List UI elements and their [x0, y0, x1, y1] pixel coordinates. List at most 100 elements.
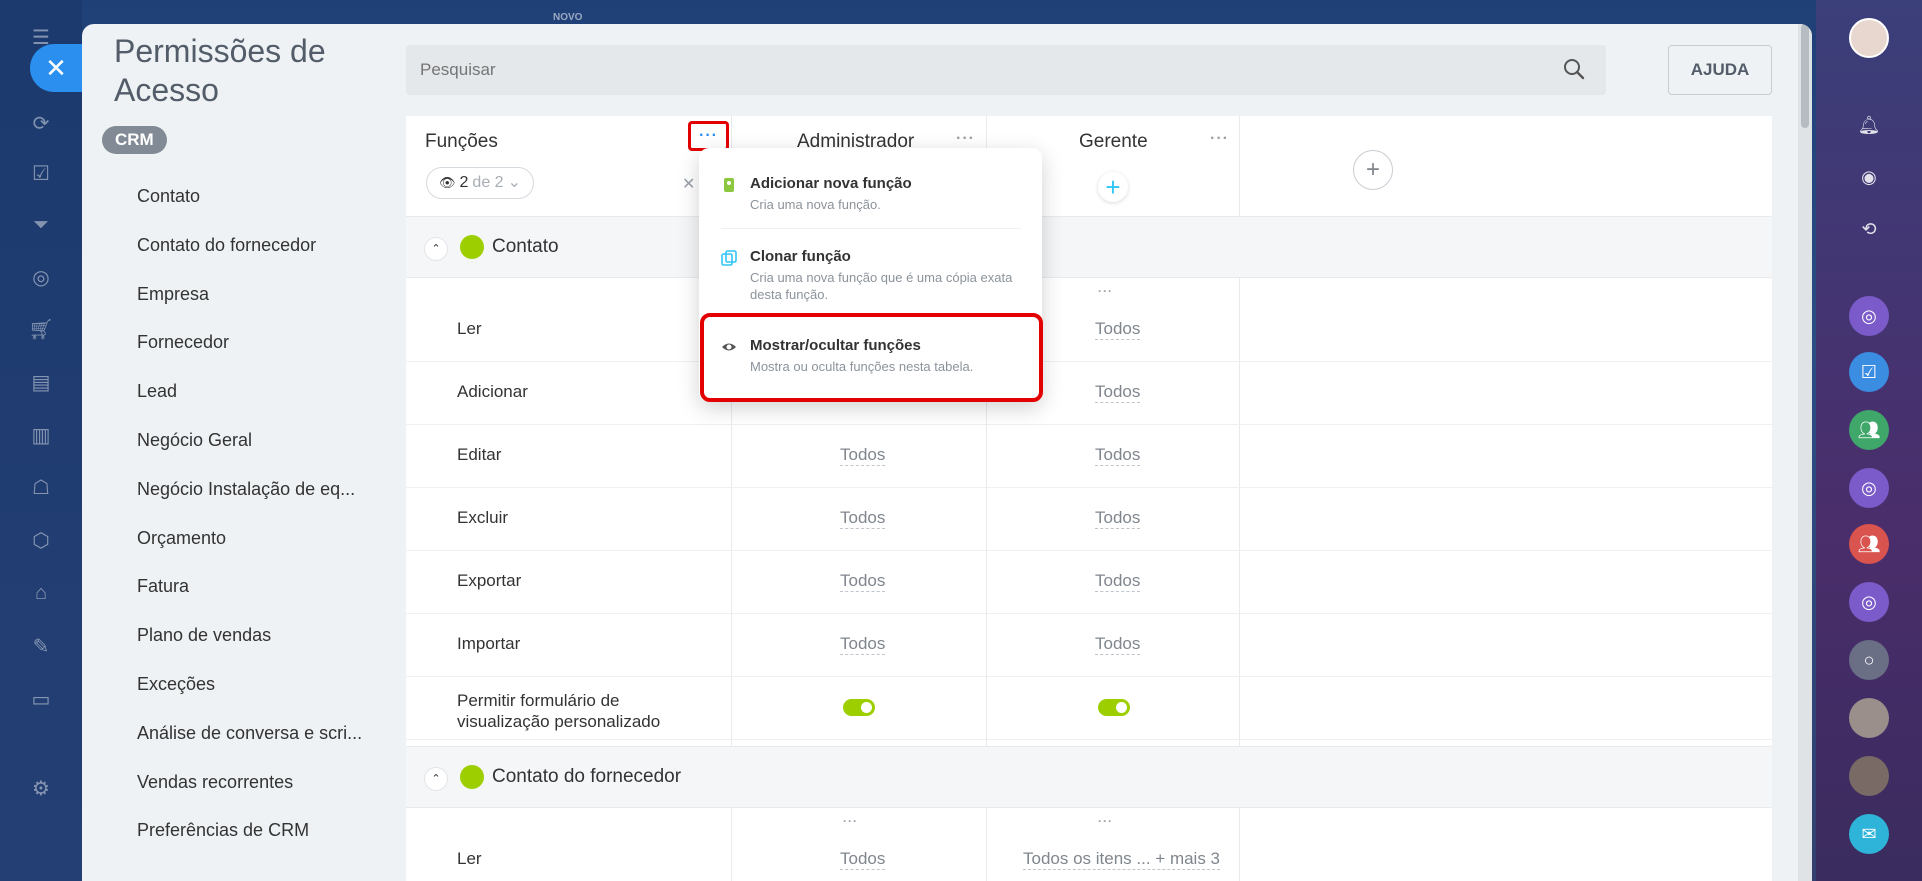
menu-item-fornecedor[interactable]: Fornecedor — [137, 330, 367, 379]
cell-manager[interactable]: Todos — [1095, 508, 1141, 529]
menu-item-excecoes[interactable]: Exceções — [137, 672, 367, 721]
menu-item-plano-vendas[interactable]: Plano de vendas — [137, 623, 367, 672]
cell-admin[interactable]: Todos — [840, 508, 886, 529]
clone-icon — [721, 250, 737, 266]
chat-avatar-8[interactable] — [1849, 698, 1889, 738]
close-panel-button[interactable]: ✕ — [30, 44, 82, 92]
menu-item-negocio-geral[interactable]: Negócio Geral — [137, 428, 367, 477]
chat-avatar-1[interactable]: ◎ — [1849, 296, 1889, 336]
eye-icon: 👁︎ — [439, 175, 456, 190]
contact-card-icon[interactable]: ▤ — [26, 367, 56, 397]
entity-menu: Contato Contato do fornecedor Empresa Fo… — [137, 184, 367, 867]
section-title: Contato do fornecedor — [492, 766, 682, 787]
menu-item-analise-conversa[interactable]: Análise de conversa e scri... — [137, 721, 367, 770]
clear-icon[interactable]: ✕ — [682, 174, 695, 194]
row-label: Editar — [457, 445, 502, 464]
chat-avatar-3[interactable]: 👥︎ — [1849, 410, 1889, 450]
roles-visibility-counter[interactable]: 👁︎ 2 de 2 ⌄ — [426, 167, 534, 199]
add-permission-icon[interactable]: + — [1098, 172, 1128, 202]
manager-section-more-icon[interactable]: ··· — [1098, 284, 1113, 298]
chat-avatar-4[interactable]: ◎ — [1849, 468, 1889, 508]
table-row: Editar Todos Todos — [406, 425, 1772, 488]
tasks-icon[interactable]: ☑ — [26, 158, 56, 188]
collapse-icon[interactable]: ⌃ — [424, 237, 448, 261]
admin-more-icon[interactable]: ··· — [956, 130, 975, 148]
search-icon[interactable] — [1562, 57, 1586, 81]
menu-item-negocio-instalacao[interactable]: Negócio Instalação de eq... — [137, 477, 367, 526]
roles-more-button[interactable]: ··· — [688, 121, 729, 151]
row-label: Ler — [457, 319, 482, 338]
menu-item-add-role[interactable]: Adicionar nova função Cria uma nova funç… — [699, 175, 1042, 213]
manager-toggle[interactable] — [1098, 699, 1130, 716]
row-label: Excluir — [457, 508, 509, 527]
manager-section-more-icon[interactable]: ··· — [1098, 814, 1113, 828]
chat-avatar-9[interactable] — [1849, 756, 1889, 796]
filter-icon[interactable]: ⏷ — [26, 210, 56, 240]
robot-icon[interactable]: ☖ — [26, 472, 56, 502]
section-header-contato-fornecedor[interactable]: ⌃ Contato do fornecedor — [406, 746, 1772, 808]
store-icon[interactable]: ⌂ — [26, 578, 56, 608]
contact-icon — [460, 235, 484, 259]
menu-item-description: Cria uma nova função que é uma cópia exa… — [750, 270, 1013, 302]
copilot-icon[interactable]: ◉ — [1849, 157, 1889, 197]
sync-icon[interactable]: ⟲ — [1849, 209, 1889, 249]
search-box — [406, 45, 1606, 95]
cell-admin[interactable]: Todos — [840, 445, 886, 466]
cell-manager[interactable]: Todos — [1095, 445, 1141, 466]
collapse-icon[interactable]: ⌃ — [424, 767, 448, 791]
admin-toggle[interactable] — [843, 699, 875, 716]
table-row: Exportar Todos Todos — [406, 551, 1772, 614]
chat-avatar-5[interactable]: 👥︎ — [1849, 524, 1889, 564]
table-row: Importar Todos Todos — [406, 614, 1772, 677]
menu-item-lead[interactable]: Lead — [137, 379, 367, 428]
chat-avatar-6[interactable]: ◎ — [1849, 582, 1889, 622]
scroll-thumb[interactable] — [1801, 24, 1809, 128]
search-input[interactable] — [406, 45, 1606, 95]
menu-item-contato[interactable]: Contato — [137, 184, 367, 233]
manager-more-icon[interactable]: ··· — [1210, 130, 1229, 148]
table-row: Permitir formulário de visualização pers… — [406, 677, 1772, 740]
cell-admin[interactable]: Todos — [840, 849, 886, 870]
section-title: Contato — [492, 236, 559, 257]
cell-manager[interactable]: Todos — [1095, 634, 1141, 655]
close-icon: ✕ — [45, 52, 67, 83]
settings-icon[interactable]: ⚙ — [26, 773, 56, 803]
box-icon[interactable]: ⬡ — [26, 525, 56, 555]
chat-avatar-7[interactable]: ○ — [1849, 640, 1889, 680]
cell-manager[interactable]: Todos — [1095, 319, 1141, 340]
cell-admin[interactable]: Todos — [840, 634, 886, 655]
chevron-down-icon: ⌄ — [507, 174, 521, 191]
cart-icon[interactable]: 🛒︎ — [26, 314, 56, 344]
cell-manager[interactable]: Todos os itens ... + mais 3 — [1023, 849, 1221, 870]
messenger-icon[interactable]: ✉ — [1849, 814, 1889, 854]
cell-manager[interactable]: Todos — [1095, 571, 1141, 592]
scrollbar[interactable] — [1798, 24, 1812, 881]
crm-badge[interactable]: CRM — [102, 126, 167, 154]
target-icon[interactable]: ◎ — [26, 262, 56, 292]
chat-avatar-2[interactable]: ☑ — [1849, 352, 1889, 392]
analytics-icon[interactable]: ▥ — [26, 420, 56, 450]
menu-item-contato-fornecedor[interactable]: Contato do fornecedor — [137, 233, 367, 282]
user-avatar[interactable] — [1849, 18, 1889, 58]
menu-item-title: Clonar função — [750, 248, 851, 265]
document-icon[interactable]: ▭ — [26, 684, 56, 714]
menu-item-empresa[interactable]: Empresa — [137, 282, 367, 331]
add-role-button[interactable]: + — [1353, 150, 1393, 190]
menu-item-preferencias-crm[interactable]: Preferências de CRM — [137, 818, 367, 867]
cell-admin[interactable]: Todos — [840, 571, 886, 592]
admin-section-more-icon[interactable]: ··· — [843, 814, 858, 828]
section-header-contato[interactable]: ⌃ Contato — [406, 216, 1772, 278]
right-rail: 🔔︎ ◉ ⟲ ◎ ☑ 👥︎ ◎ 👥︎ ◎ ○ ✉ — [1816, 0, 1922, 881]
menu-item-fatura[interactable]: Fatura — [137, 574, 367, 623]
pen-icon[interactable]: ✎ — [26, 631, 56, 661]
cell-manager[interactable]: Todos — [1095, 382, 1141, 403]
row-label: Ler — [457, 849, 482, 868]
menu-item-clone-role[interactable]: Clonar função Cria uma nova função que é… — [699, 248, 1042, 303]
activity-icon[interactable]: ⟳ — [26, 108, 56, 138]
menu-item-orcamento[interactable]: Orçamento — [137, 526, 367, 575]
menu-item-vendas-recorrentes[interactable]: Vendas recorrentes — [137, 770, 367, 819]
column-header-manager: Gerente — [1079, 131, 1148, 152]
help-button[interactable]: AJUDA — [1668, 45, 1772, 95]
add-role-icon — [724, 178, 734, 192]
bell-icon[interactable]: 🔔︎ — [1849, 105, 1889, 145]
